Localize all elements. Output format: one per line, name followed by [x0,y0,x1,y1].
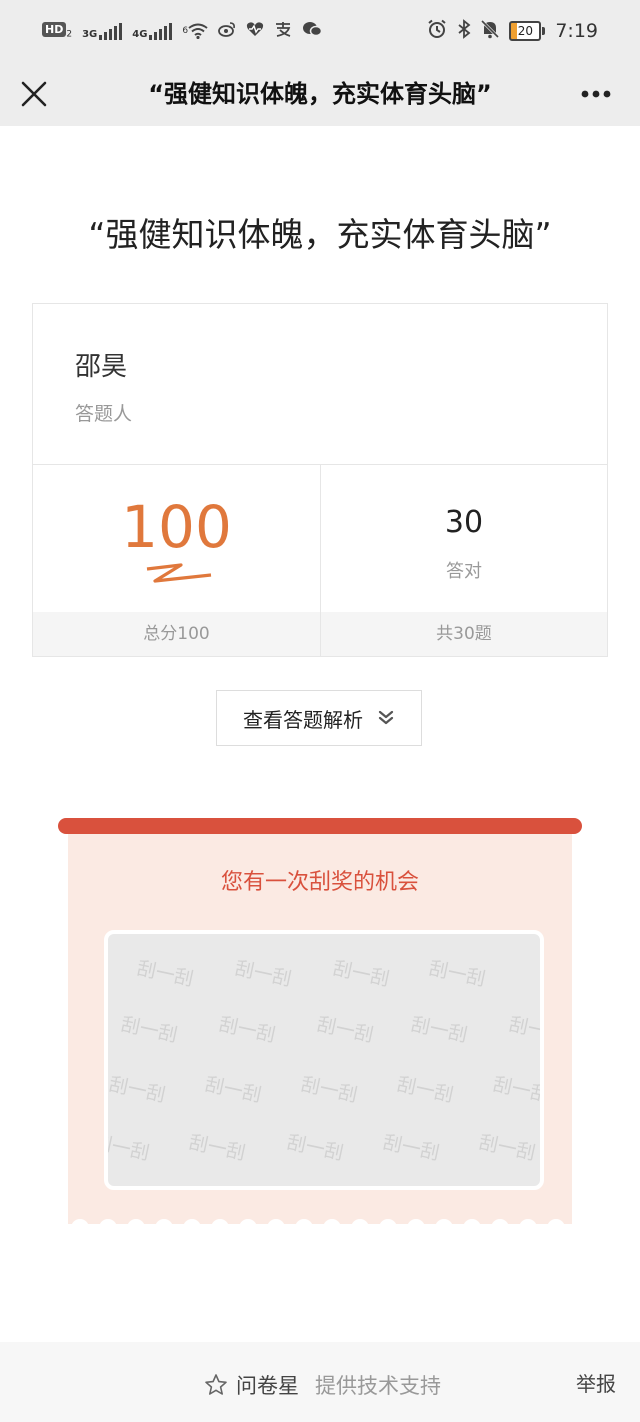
hd-badge: HD [42,22,67,38]
scratch-watermark-text: 刮一刮 [119,1013,179,1046]
wifi-icon: 6 [182,23,208,39]
scratch-card-title: 您有一次刮奖的机会 [220,870,419,895]
score-value: 100 [121,493,232,561]
scratch-watermark-text: 刮一刮 [108,1073,167,1106]
signal-bars-icon [149,22,173,40]
scallop-notch [379,1219,397,1234]
total-questions: 共30题 [321,612,607,656]
footer: 问卷星 提供技术支持 举报 [0,1342,640,1422]
result-card: 邵昊 答题人 100 总分100 30 答对 共30题 [32,303,608,657]
bluetooth-icon [457,18,471,44]
score-stat: 100 总分100 [33,465,321,656]
scratch-watermark-text: 刮一刮 [331,957,391,990]
status-left: HD 2 3G 4G 6 [42,18,323,44]
alarm-icon [427,19,447,44]
star-icon [205,1374,227,1395]
footer-support-text: 提供技术支持 [315,1374,441,1398]
scratch-watermark-text: 刮一刮 [477,1131,537,1164]
scratch-watermark: 刮一刮 刮一刮 刮一刮 刮一刮刮一刮 刮一刮 刮一刮 刮一刮 刮一刮刮一刮 刮一刮 刮一刮 刮一刮刮… [108,957,540,1164]
health-icon [246,21,264,41]
scallop-notch [71,1219,89,1234]
scratch-watermark-text: 刮一刮 [285,1131,345,1164]
scallop-notch [491,1219,509,1234]
scratch-watermark-text: 刮一刮 [108,1131,151,1164]
correct-stat: 30 答对 共30题 [321,465,607,656]
signal-1: 3G [82,22,123,40]
scratch-card: 您有一次刮奖的机会 刮一刮 刮一刮 刮一刮 刮一刮 刮一刮 刮一刮 刮一刮 刮一刮 刮一刮 刮一刮… [68,826,572,1224]
scallop-notch [155,1219,173,1234]
alipay-icon [274,21,292,41]
scallop-notch [435,1219,453,1234]
scratch-watermark-text: 刮一刮 [135,957,195,990]
scratch-watermark-text: 刮一刮 [491,1073,540,1106]
scratch-watermark-text: 刮一刮 [187,1131,247,1164]
status-bar: HD 2 3G 4G 6 20 7:19 [0,0,640,62]
view-analysis-button[interactable]: 查看答题解析 [216,690,422,746]
score-total: 总分100 [33,612,320,656]
footer-brand-name: 问卷星 [236,1374,299,1398]
report-link[interactable]: 举报 [576,1368,616,1397]
more-icon[interactable] [576,80,616,108]
scratch-watermark-text: 刮一刮 [409,1013,469,1046]
scallop-notch [183,1219,201,1234]
scallop-notch [127,1219,145,1234]
wechat-icon [302,21,323,41]
bell-muted-icon [481,19,500,44]
scallop-notch [295,1219,313,1234]
scallop-notch [267,1219,285,1234]
signal-2: 4G [132,22,173,40]
scratch-watermark-text: 刮一刮 [507,1013,540,1046]
status-right: 20 7:19 [427,18,598,44]
scallop-notch [463,1219,481,1234]
scallop-notch [99,1219,117,1234]
scallop-notch [239,1219,257,1234]
scallop-notch [407,1219,425,1234]
scratch-watermark-text: 刮一刮 [395,1073,455,1106]
footer-brand[interactable]: 问卷星 提供技术支持 [204,1370,441,1400]
net-2-label: 4G [132,29,148,40]
respondent-label: 答题人 [75,403,133,425]
scratch-watermark-text: 刮一刮 [203,1073,263,1106]
scallop-notch [519,1219,537,1234]
scratch-watermark-text: 刮一刮 [299,1073,359,1106]
scallop-notch [323,1219,341,1234]
scratch-watermark-text: 刮一刮 [381,1131,441,1164]
quiz-title: “强健知识体魄，充实体育头脑” [88,215,552,254]
battery-icon: 20 [509,21,546,41]
scratch-card-scallop [71,1219,565,1234]
scratch-area[interactable]: 刮一刮 刮一刮 刮一刮 刮一刮 刮一刮 刮一刮 刮一刮 刮一刮 刮一刮 刮一刮 刮一刮 刮一刮 刮一刮刮… [104,930,544,1190]
nav-title: “强健知识体魄，充实体育头脑” [148,80,492,108]
view-analysis-label: 查看答题解析 [243,707,363,732]
hd-indicator: HD 2 [42,22,72,40]
signal-bars-icon [99,22,123,40]
net-1-label: 3G [82,29,98,40]
close-icon[interactable] [16,76,52,112]
scallop-notch [351,1219,369,1234]
chevron-double-down-icon [378,710,394,725]
scallop-notch [211,1219,229,1234]
scratch-watermark-text: 刮一刮 [233,957,293,990]
respondent-section: 邵昊 答题人 [33,304,607,465]
correct-label: 答对 [446,561,482,582]
score-underline-icon [146,563,212,583]
weibo-icon [218,21,236,41]
respondent-name: 邵昊 [75,352,128,382]
scratch-card-rail [58,818,582,834]
scratch-watermark-text: 刮一刮 [315,1013,375,1046]
nav-bar: “强健知识体魄，充实体育头脑” [0,62,640,126]
hd-sub: 2 [66,29,73,40]
correct-count: 30 [444,505,484,540]
scratch-watermark-text: 刮一刮 [217,1013,277,1046]
scallop-notch [547,1219,565,1234]
battery-level: 20 [509,21,542,41]
scratch-watermark-text: 刮一刮 [427,957,487,990]
clock: 7:19 [555,20,598,42]
